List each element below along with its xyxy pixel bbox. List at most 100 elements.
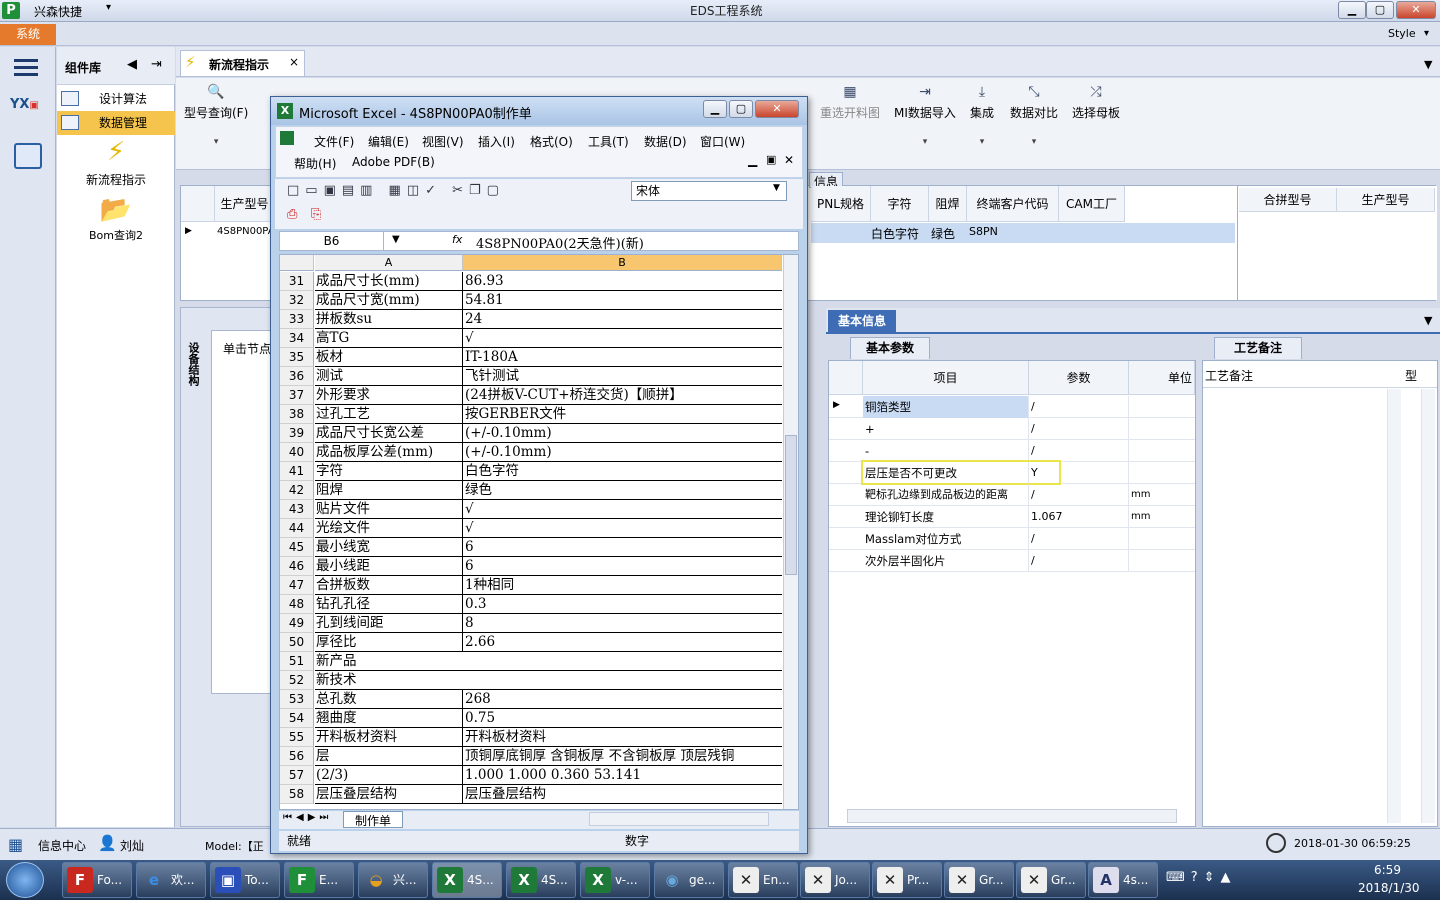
cell-a[interactable]: 钻孔孔径: [315, 595, 463, 614]
row-number[interactable]: 53: [280, 690, 314, 709]
grid-cell[interactable]: 绿色: [931, 225, 955, 242]
taskbar-item[interactable]: ▣ To...: [210, 862, 280, 898]
new-process-link[interactable]: 新流程指示: [57, 171, 175, 188]
row-number[interactable]: 49: [280, 614, 314, 633]
tray-date[interactable]: 2018/1/30: [1358, 881, 1420, 895]
excel-title-bar[interactable]: X Microsoft Excel - 4S8PN00PA0制作单 ▁ ▢ ✕: [271, 97, 807, 125]
param-value[interactable]: /: [1029, 396, 1129, 418]
scrollbar-thumb[interactable]: [785, 435, 797, 575]
param-value[interactable]: 1.067: [1029, 506, 1129, 528]
nav-item-design-algorithm[interactable]: 设计算法: [57, 87, 175, 111]
excel-minimize-button[interactable]: ▁: [703, 100, 727, 118]
taskbar-item[interactable]: e 欢...: [136, 862, 206, 898]
cell-b[interactable]: 268: [463, 690, 782, 709]
nav-item-data-management[interactable]: 数据管理: [57, 111, 175, 135]
data-compare-button[interactable]: ⤡ 数据对比 ▾: [1010, 84, 1058, 147]
sheet-row[interactable]: 50 厚径比 2.66: [280, 633, 782, 652]
close-button[interactable]: ✕: [1396, 1, 1436, 19]
grid-header[interactable]: 单位: [1129, 361, 1195, 395]
column-header-a[interactable]: A: [315, 255, 463, 271]
row-number[interactable]: 47: [280, 576, 314, 595]
row-number[interactable]: 48: [280, 595, 314, 614]
sheet-row[interactable]: 53 总孔数 268: [280, 690, 782, 709]
chevron-down-icon[interactable]: ▼: [1424, 58, 1432, 71]
grid-header[interactable]: 阻焊: [929, 186, 967, 222]
param-value[interactable]: /: [1029, 484, 1129, 506]
param-item[interactable]: Masslam对位方式: [863, 528, 1029, 550]
function-icon[interactable]: fx: [452, 233, 462, 246]
row-number[interactable]: 54: [280, 709, 314, 728]
row-number[interactable]: 39: [280, 424, 314, 443]
cell-a[interactable]: 光绘文件: [315, 519, 463, 538]
start-button[interactable]: [6, 862, 44, 898]
param-value[interactable]: /: [1029, 550, 1129, 572]
craft-notes-header[interactable]: 工艺备注: [1205, 367, 1253, 384]
grid-header[interactable]: 合拼型号: [1239, 188, 1337, 212]
taskbar-item[interactable]: ✕ Pr...: [872, 862, 942, 898]
grid-header[interactable]: 终端客户代码: [967, 186, 1059, 222]
row-number[interactable]: 51: [280, 652, 314, 671]
cell-a[interactable]: 厚径比: [315, 633, 463, 652]
font-select[interactable]: 宋体: [631, 181, 787, 201]
menu-tools[interactable]: 工具(T): [588, 133, 629, 150]
cell-a[interactable]: 最小线距: [315, 557, 463, 576]
taskbar-item[interactable]: X 4S...: [432, 862, 502, 898]
taskbar-item[interactable]: F Fo...: [62, 862, 132, 898]
mi-import-button[interactable]: ⇥ MI数据导入 ▾: [894, 84, 956, 147]
cell-a[interactable]: 总孔数: [315, 690, 463, 709]
param-item[interactable]: 次外层半固化片: [863, 550, 1029, 572]
cell-b[interactable]: 开料板材资料: [463, 728, 782, 747]
tab-basic-params[interactable]: 基本参数: [850, 337, 930, 359]
cell-a[interactable]: 高TG: [315, 329, 463, 348]
cell-b[interactable]: 飞针测试: [463, 367, 782, 386]
menu-view[interactable]: 视图(V): [422, 133, 464, 150]
cell-b[interactable]: IT-180A: [463, 348, 782, 367]
excel-window[interactable]: X Microsoft Excel - 4S8PN00PA0制作单 ▁ ▢ ✕ …: [270, 96, 808, 854]
cell-a[interactable]: 外形要求: [315, 386, 463, 405]
param-item[interactable]: +: [863, 418, 1029, 440]
param-unit[interactable]: [1129, 528, 1195, 550]
cell-a[interactable]: 开料板材资料: [315, 728, 463, 747]
model-query-button[interactable]: 🔍 型号查询(F) ▾: [184, 84, 248, 147]
chevron-down-icon[interactable]: ▾: [1424, 28, 1429, 39]
sheet-row[interactable]: 39 成品尺寸长宽公差 (+/-0.10mm): [280, 424, 782, 443]
tab-craft-notes[interactable]: 工艺备注: [1214, 337, 1302, 359]
select-all-corner[interactable]: [280, 255, 314, 271]
vertical-tab-device-structure[interactable]: 设备结构: [185, 342, 201, 402]
row-number[interactable]: 32: [280, 291, 314, 310]
param-item[interactable]: 靶标孔边缘到成品板边的距离: [863, 484, 1029, 506]
grid-header[interactable]: PNL规格: [811, 186, 871, 222]
param-item[interactable]: 理论铆钉长度: [863, 506, 1029, 528]
cell-a[interactable]: 孔到线间距: [315, 614, 463, 633]
cell-a[interactable]: 层: [315, 747, 463, 766]
windows-grid-icon[interactable]: ▦: [8, 835, 28, 854]
doc-restore-icon[interactable]: ▣: [766, 153, 776, 166]
chevron-down-icon[interactable]: ▾: [106, 2, 111, 13]
grid-cell[interactable]: 白色字符: [871, 225, 919, 242]
param-row[interactable]: 理论铆钉长度 1.067 mm: [829, 506, 1195, 528]
cell-a[interactable]: 成品尺寸长宽公差: [315, 424, 463, 443]
cell-b[interactable]: 1.000 1.000 0.360 53.141: [463, 766, 782, 785]
tray-time[interactable]: 6:59: [1374, 863, 1401, 877]
row-number[interactable]: 35: [280, 348, 314, 367]
row-number[interactable]: 43: [280, 500, 314, 519]
param-row[interactable]: ▶ 铜箔类型 /: [829, 396, 1195, 418]
cell-a[interactable]: 板材: [315, 348, 463, 367]
sheet-row[interactable]: 54 翘曲度 0.75: [280, 709, 782, 728]
sheet-row[interactable]: 44 光绘文件 √: [280, 519, 782, 538]
row-number[interactable]: 37: [280, 386, 314, 405]
menu-help[interactable]: 帮助(H): [294, 155, 336, 172]
row-number[interactable]: 56: [280, 747, 314, 766]
chevron-down-icon[interactable]: ▼: [392, 234, 400, 245]
maximize-button[interactable]: ▢: [1366, 1, 1394, 19]
menu-edit[interactable]: 编辑(E): [368, 133, 409, 150]
param-unit[interactable]: [1129, 440, 1195, 462]
pdf-mail-icon[interactable]: ⎘: [311, 207, 331, 225]
row-number[interactable]: 40: [280, 443, 314, 462]
row-number[interactable]: 34: [280, 329, 314, 348]
sheet-row[interactable]: 57 (2/3) 1.000 1.000 0.360 53.141: [280, 766, 782, 785]
cell-b[interactable]: [463, 652, 782, 671]
row-number[interactable]: 57: [280, 766, 314, 785]
calendar-module-icon[interactable]: [14, 143, 42, 169]
row-number[interactable]: 38: [280, 405, 314, 424]
